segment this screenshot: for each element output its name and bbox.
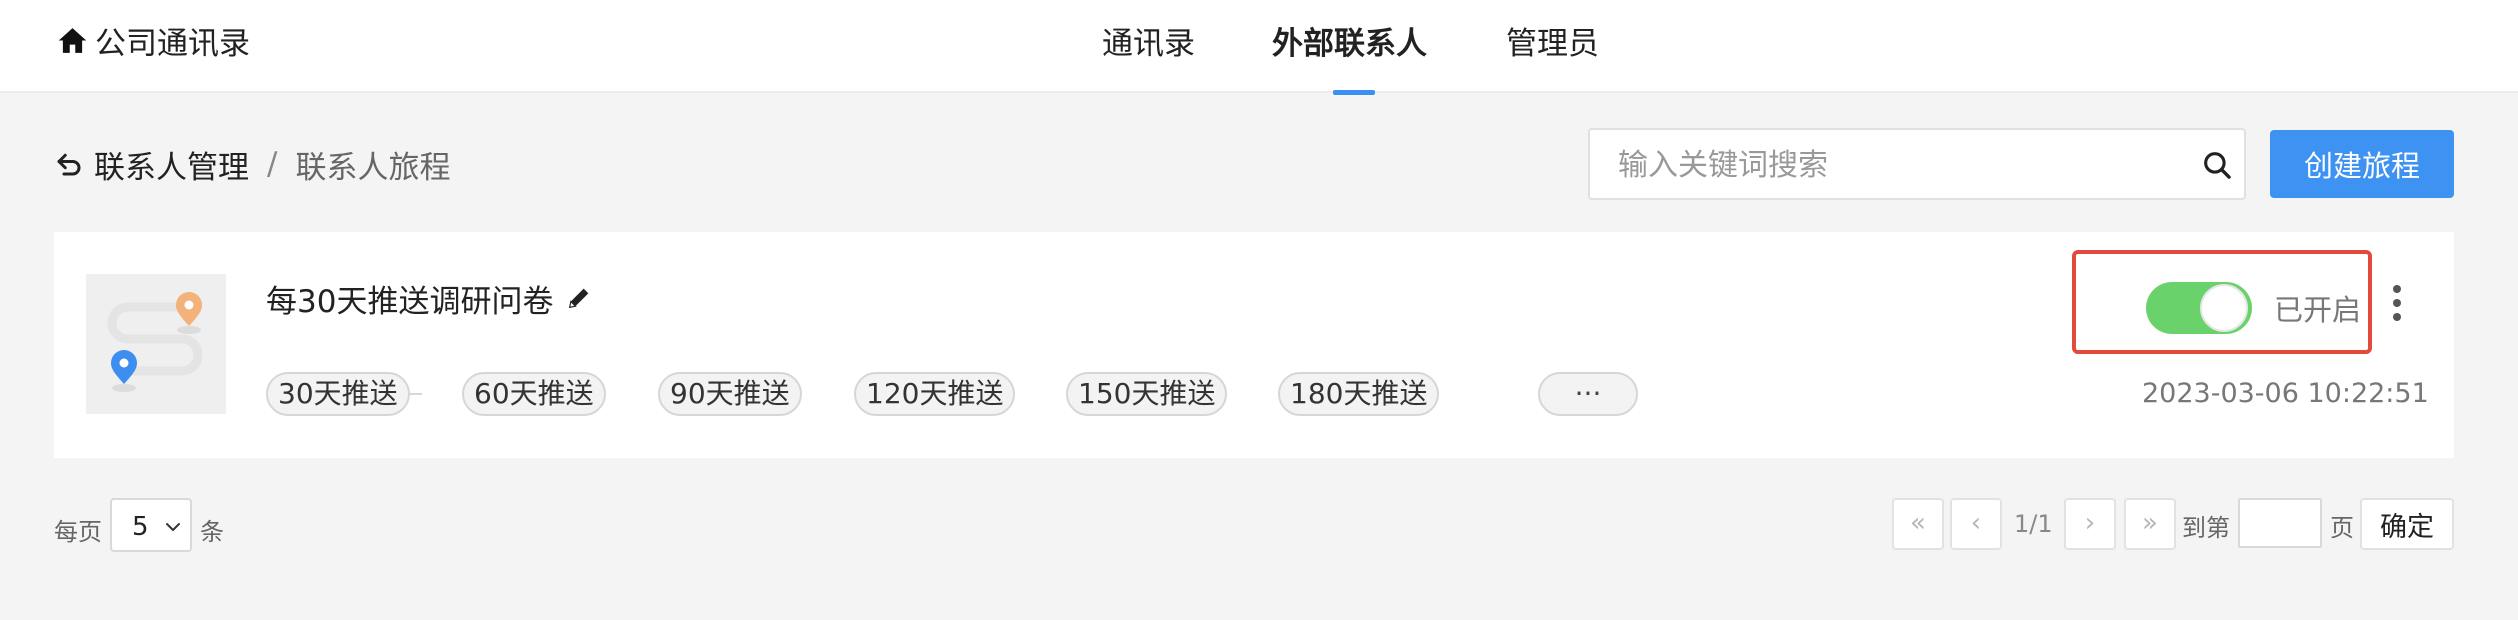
tab-external-contacts[interactable]: 外部联系人 <box>1272 18 1427 62</box>
goto-label: 到第 <box>2182 514 2230 542</box>
journey-step[interactable]: 120天推送 <box>854 372 1016 416</box>
home-icon <box>58 27 87 53</box>
breadcrumb-parent[interactable]: 联系人管理 <box>94 142 249 187</box>
create-journey-button[interactable]: 创建旅程 <box>2270 130 2454 198</box>
top-bar: 公司通讯录 通讯录 外部联系人 管理员 <box>0 0 2518 95</box>
journey-step[interactable]: 60天推送 <box>462 372 606 416</box>
journey-steps: 30天推送 60天推送 90天推送 120天推送 150天推送 180天推送 ·… <box>266 372 1666 416</box>
page-size-value: 5 <box>132 512 149 542</box>
tab-admins[interactable]: 管理员 <box>1506 18 1599 62</box>
breadcrumb-current: 联系人旅程 <box>295 149 451 186</box>
journey-step[interactable]: 180天推送 <box>1278 372 1440 416</box>
toggle-knob <box>2200 284 2248 332</box>
next-page-button[interactable]: › <box>2064 498 2116 550</box>
journey-title-row: 每30天推送调研问卷 <box>266 276 593 320</box>
brand[interactable]: 公司通讯录 <box>56 20 250 62</box>
tab-directory[interactable]: 通讯录 <box>1102 18 1195 62</box>
first-page-button[interactable]: « <box>1892 498 1944 550</box>
brand-title: 公司通讯录 <box>95 25 250 62</box>
status-toggle[interactable] <box>2146 282 2252 334</box>
pencil-icon[interactable] <box>565 284 593 312</box>
page-info: 1/1 <box>2014 510 2053 538</box>
more-options-icon[interactable] <box>2386 282 2408 330</box>
goto-confirm-button[interactable]: 确定 <box>2360 498 2454 550</box>
journey-step[interactable]: 30天推送 <box>266 372 410 416</box>
updated-time: 2023-03-06 10:22:51 <box>2142 378 2429 409</box>
breadcrumb: 联系人管理 / 联系人旅程 <box>54 142 451 187</box>
search-box <box>1588 128 2246 200</box>
per-page-unit: 条 <box>200 518 224 546</box>
prev-page-button[interactable]: ‹ <box>1950 498 2002 550</box>
search-input[interactable] <box>1618 144 2178 186</box>
journey-title: 每30天推送调研问卷 <box>266 283 554 320</box>
breadcrumb-separator: / <box>267 146 278 182</box>
per-page-label: 每页 <box>54 518 102 546</box>
more-steps-button[interactable]: ··· <box>1538 372 1638 416</box>
status-label: 已开启 <box>2274 293 2362 327</box>
goto-unit: 页 <box>2330 514 2354 542</box>
chevron-down-icon <box>166 523 180 531</box>
active-tab-indicator <box>1333 90 1375 95</box>
journey-step[interactable]: 150天推送 <box>1066 372 1228 416</box>
page-size-select[interactable]: 5 <box>110 498 192 552</box>
journey-step[interactable]: 90天推送 <box>658 372 802 416</box>
journey-thumbnail <box>86 274 226 414</box>
journey-route-icon <box>107 292 203 392</box>
search-icon[interactable] <box>2200 148 2234 182</box>
last-page-button[interactable]: » <box>2124 498 2176 550</box>
goto-page-input[interactable] <box>2238 498 2322 548</box>
back-arrow-icon[interactable] <box>54 149 84 179</box>
